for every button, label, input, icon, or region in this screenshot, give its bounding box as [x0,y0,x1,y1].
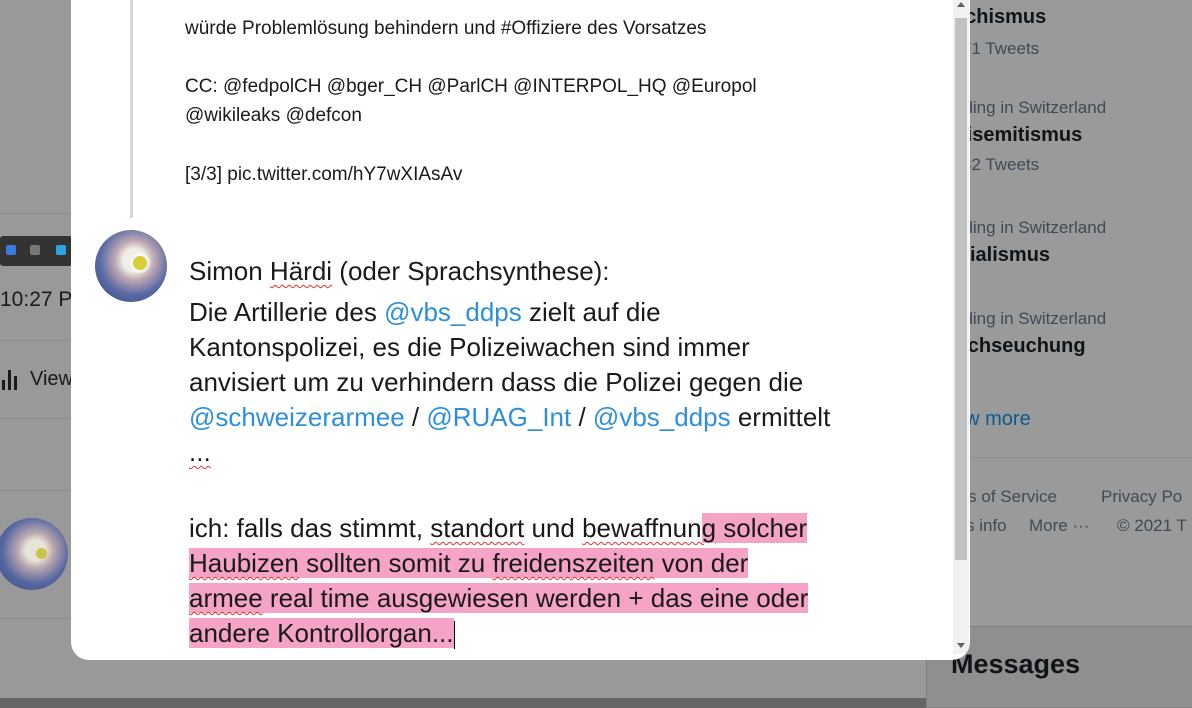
text-cursor [453,621,455,650]
divider [0,490,72,491]
trend-category: nding in Switzerland [954,218,1107,237]
privacy-link[interactable]: Privacy Po [1101,487,1182,507]
trend-title: zialismus [960,244,1051,266]
user-avatar[interactable] [95,230,167,302]
trend-item[interactable]: nding in Switzerland zialismus [954,218,1106,267]
copyright: © 2021 T [1117,516,1187,535]
view-activity-label: View [30,368,73,390]
trend-item[interactable]: nding in Switzerland rchseuchung [954,309,1106,358]
mention-link[interactable]: @vbs_ddps [384,297,522,327]
mention-link[interactable]: @vbs_ddps [593,402,731,432]
divider [0,340,72,341]
prev-tweet-cc: CC: @fedpolCH @bger_CH @ParlCH @INTERPOL… [185,76,757,97]
trend-count: 71 Tweets [962,39,1040,58]
reply-avatar[interactable] [0,518,68,590]
mention-link[interactable]: @RUAG_Int [426,402,571,432]
messages-title: Messages [951,649,1081,679]
compose-text-area[interactable]: Simon Härdi (oder Sprachsynthese): Die A… [189,254,929,651]
trend-title: rchseuchung [960,335,1086,357]
scroll-down-arrow-icon[interactable] [957,643,965,648]
tweet-modal: würde Problemlösung behindern und #Offiz… [71,0,970,660]
thread-connector-line [130,0,133,218]
embedded-screenshot-thumbnail [0,236,72,266]
trend-count: 82 Tweets [962,155,1040,174]
divider [0,618,72,619]
background-left-column: 10:27 P View [0,0,73,698]
modal-scrollbar[interactable] [953,0,969,654]
more-link[interactable]: More ··· [1029,516,1089,536]
ads-info-link[interactable]: s info [966,516,1007,536]
view-activity-link[interactable]: View [2,368,73,391]
prev-tweet-cc: @wikileaks @defcon [185,105,362,126]
analytics-icon [2,369,18,390]
prev-tweet-pic-link[interactable]: [3/3] pic.twitter.com/hY7wXIAsAv [185,164,462,186]
trend-item[interactable]: nding in Switzerland tisemitismus 82 Twe… [954,98,1106,175]
tweet-time: 10:27 P [0,288,73,311]
trend-category: nding in Switzerland [954,98,1107,117]
mention-link[interactable]: @schweizerarmee [189,402,405,432]
divider [0,418,72,419]
prev-tweet-text: würde Problemlösung behindern und #Offiz… [185,18,707,39]
divider [0,213,72,214]
scroll-up-arrow-icon[interactable] [957,2,965,7]
scrollbar-thumb[interactable] [955,18,967,560]
trend-title: tisemitismus [960,124,1083,146]
trend-category: nding in Switzerland [954,309,1107,328]
